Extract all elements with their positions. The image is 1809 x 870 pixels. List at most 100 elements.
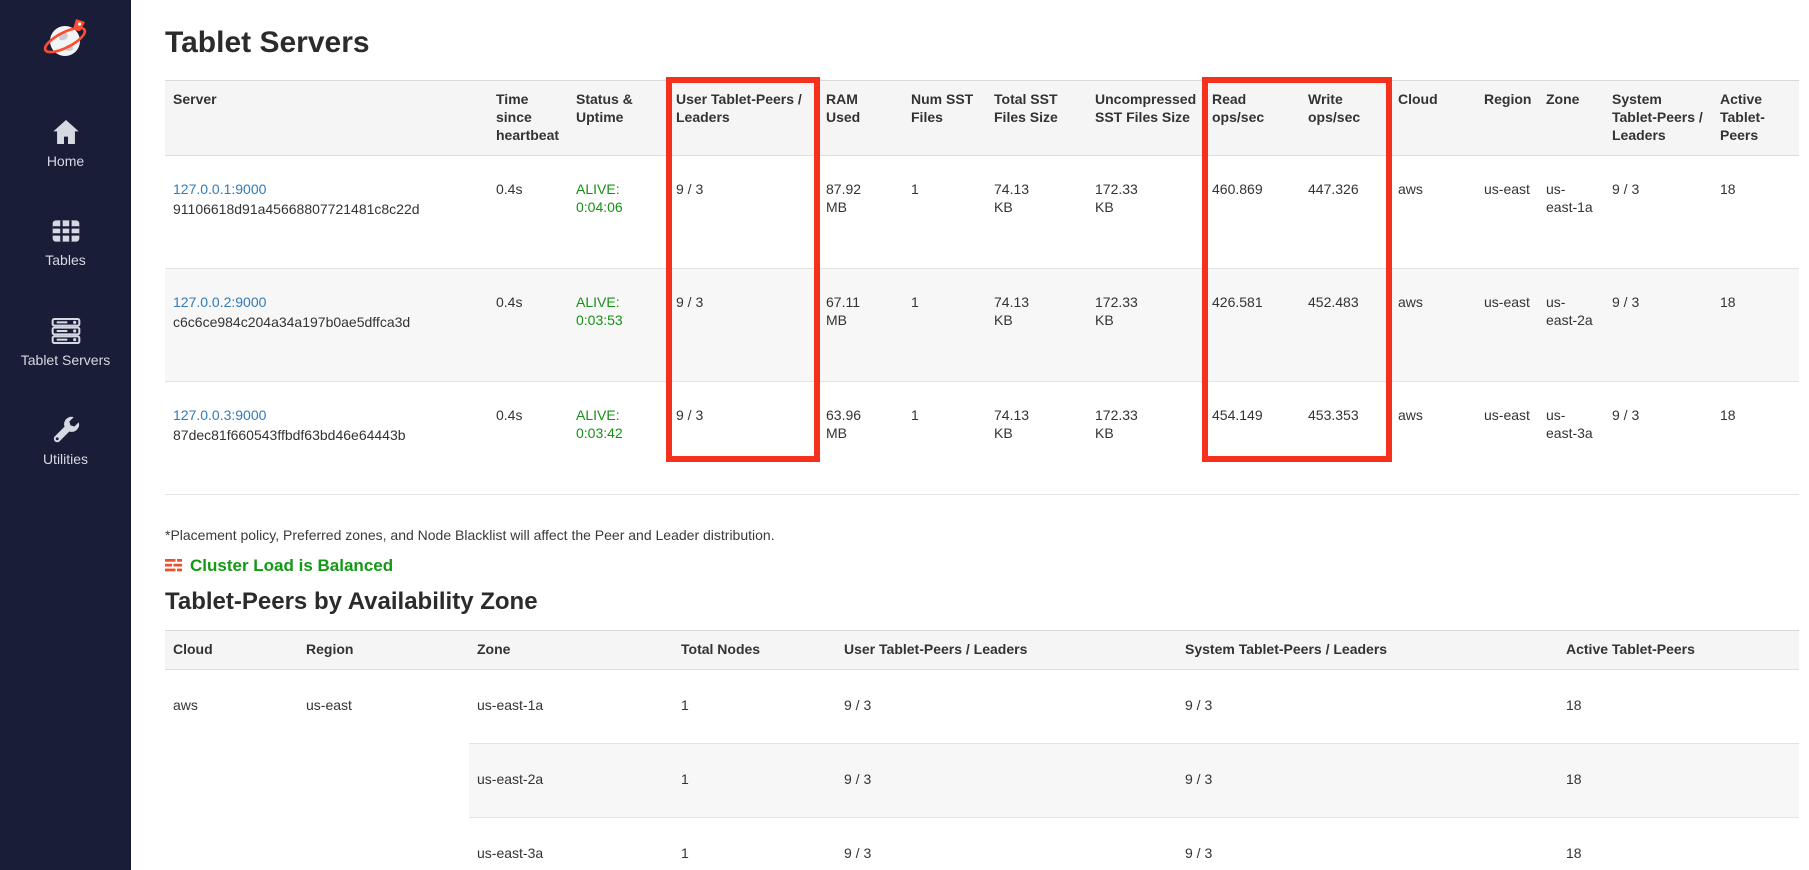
load-balance-icon	[165, 558, 182, 573]
tablet-servers-table-wrap: Server Time since heartbeat Status & Upt…	[165, 80, 1799, 495]
col-header-num-sst: Num SST Files	[903, 81, 986, 156]
read-ops-cell: 460.869	[1204, 155, 1300, 268]
system-peers-cell: 9 / 3	[1177, 743, 1558, 817]
utilities-icon	[49, 414, 83, 446]
cloud-cell: aws	[165, 669, 298, 870]
col-header-user-peers: User Tablet-Peers / Leaders	[668, 81, 818, 156]
user-peers-cell: 9 / 3	[836, 669, 1177, 743]
user-peers-cell: 9 / 3	[668, 381, 818, 494]
sidebar-item-tablet-servers[interactable]: Tablet Servers	[0, 315, 131, 368]
col-header-ram: RAM Used	[818, 81, 903, 156]
total-nodes-cell: 1	[673, 743, 836, 817]
balance-status-label: Cluster Load is Balanced	[190, 556, 393, 576]
col-header-system-peers: System Tablet-Peers / Leaders	[1604, 81, 1712, 156]
active-peers-cell: 18	[1558, 817, 1799, 870]
total-sst-cell: 74.13 KB	[986, 155, 1087, 268]
num-sst-cell: 1	[903, 381, 986, 494]
zone-cell: us-east-3a	[469, 817, 673, 870]
sidebar-item-label: Tablet Servers	[21, 353, 110, 368]
col-header-active-peers: Active Tablet-Peers	[1558, 630, 1799, 669]
status-label: ALIVE:	[576, 293, 660, 311]
status-cell: ALIVE: 0:04:06	[568, 155, 668, 268]
sidebar-item-utilities[interactable]: Utilities	[0, 414, 131, 467]
table-row: 127.0.0.3:9000 87dec81f660543ffbdf63bd46…	[165, 381, 1799, 494]
col-header-region: Region	[298, 630, 469, 669]
col-header-status-uptime: Status & Uptime	[568, 81, 668, 156]
main-content: Tablet Servers Server Time since heartbe…	[131, 0, 1809, 870]
ram-cell: 87.92 MB	[818, 155, 903, 268]
page: Home Tables	[0, 0, 1809, 870]
user-peers-cell: 9 / 3	[836, 817, 1177, 870]
active-peers-cell: 18	[1558, 743, 1799, 817]
total-nodes-cell: 1	[673, 817, 836, 870]
status-cell: ALIVE: 0:03:53	[568, 268, 668, 381]
user-peers-cell: 9 / 3	[668, 155, 818, 268]
region-cell: us-east	[1476, 381, 1538, 494]
server-link[interactable]: 127.0.0.2:9000	[173, 293, 266, 311]
home-icon	[49, 116, 83, 148]
placement-footnote: *Placement policy, Preferred zones, and …	[165, 527, 1799, 543]
ram-cell: 63.96 MB	[818, 381, 903, 494]
tablet-servers-table: Server Time since heartbeat Status & Upt…	[165, 80, 1799, 495]
num-sst-cell: 1	[903, 268, 986, 381]
server-link[interactable]: 127.0.0.3:9000	[173, 406, 266, 424]
col-header-system-peers: System Tablet-Peers / Leaders	[1177, 630, 1558, 669]
page-title: Tablet Servers	[165, 26, 1799, 60]
read-ops-cell: 454.149	[1204, 381, 1300, 494]
cloud-cell: aws	[1390, 381, 1476, 494]
write-ops-cell: 447.326	[1300, 155, 1390, 268]
zone-cell: us-east-2a	[469, 743, 673, 817]
num-sst-cell: 1	[903, 155, 986, 268]
zone-cell: us-east-3a	[1538, 381, 1604, 494]
write-ops-cell: 453.353	[1300, 381, 1390, 494]
col-header-read-ops: Read ops/sec	[1204, 81, 1300, 156]
col-header-region: Region	[1476, 81, 1538, 156]
sidebar-nav: Home Tables	[0, 116, 131, 514]
sidebar-item-label: Utilities	[43, 452, 88, 467]
cloud-cell: aws	[1390, 268, 1476, 381]
active-peers-cell: 18	[1712, 268, 1799, 381]
system-peers-cell: 9 / 3	[1177, 669, 1558, 743]
zone-cell: us-east-2a	[1538, 268, 1604, 381]
col-header-active-peers: Active Tablet-Peers	[1712, 81, 1799, 156]
table-header-row: Cloud Region Zone Total Nodes User Table…	[165, 630, 1799, 669]
sidebar: Home Tables	[0, 0, 131, 870]
zone-cell: us-east-1a	[1538, 155, 1604, 268]
uptime-value: 0:03:53	[576, 311, 660, 329]
zone-cell: us-east-1a	[469, 669, 673, 743]
col-header-server: Server	[165, 81, 488, 156]
user-peers-cell: 9 / 3	[836, 743, 1177, 817]
col-header-zone: Zone	[1538, 81, 1604, 156]
total-nodes-cell: 1	[673, 669, 836, 743]
cloud-cell: aws	[1390, 155, 1476, 268]
write-ops-cell: 452.483	[1300, 268, 1390, 381]
server-link[interactable]: 127.0.0.1:9000	[173, 180, 266, 198]
yugabyte-logo-icon[interactable]	[40, 12, 92, 68]
system-peers-cell: 9 / 3	[1604, 268, 1712, 381]
sidebar-item-home[interactable]: Home	[0, 116, 131, 169]
ram-cell: 67.11 MB	[818, 268, 903, 381]
table-row: 127.0.0.1:9000 91106618d91a4566880772148…	[165, 155, 1799, 268]
uncompressed-sst-cell: 172.33 KB	[1087, 155, 1204, 268]
heartbeat-cell: 0.4s	[488, 381, 568, 494]
uncompressed-sst-cell: 172.33 KB	[1087, 381, 1204, 494]
system-peers-cell: 9 / 3	[1604, 155, 1712, 268]
col-header-total-sst: Total SST Files Size	[986, 81, 1087, 156]
status-cell: ALIVE: 0:03:42	[568, 381, 668, 494]
uptime-value: 0:03:42	[576, 424, 660, 442]
col-header-write-ops: Write ops/sec	[1300, 81, 1390, 156]
cluster-balance-status: Cluster Load is Balanced	[165, 556, 1799, 576]
col-header-cloud: Cloud	[165, 630, 298, 669]
total-sst-cell: 74.13 KB	[986, 381, 1087, 494]
tablet-servers-icon	[49, 315, 83, 347]
sidebar-item-tables[interactable]: Tables	[0, 215, 131, 268]
uncompressed-sst-cell: 172.33 KB	[1087, 268, 1204, 381]
active-peers-cell: 18	[1712, 381, 1799, 494]
system-peers-cell: 9 / 3	[1177, 817, 1558, 870]
system-peers-cell: 9 / 3	[1604, 381, 1712, 494]
status-label: ALIVE:	[576, 180, 660, 198]
server-uuid: 91106618d91a45668807721481c8c22d	[173, 201, 420, 217]
col-header-total-nodes: Total Nodes	[673, 630, 836, 669]
table-row: aws us-east us-east-1a 1 9 / 3 9 / 3 18	[165, 669, 1799, 743]
sidebar-item-label: Home	[47, 154, 84, 169]
